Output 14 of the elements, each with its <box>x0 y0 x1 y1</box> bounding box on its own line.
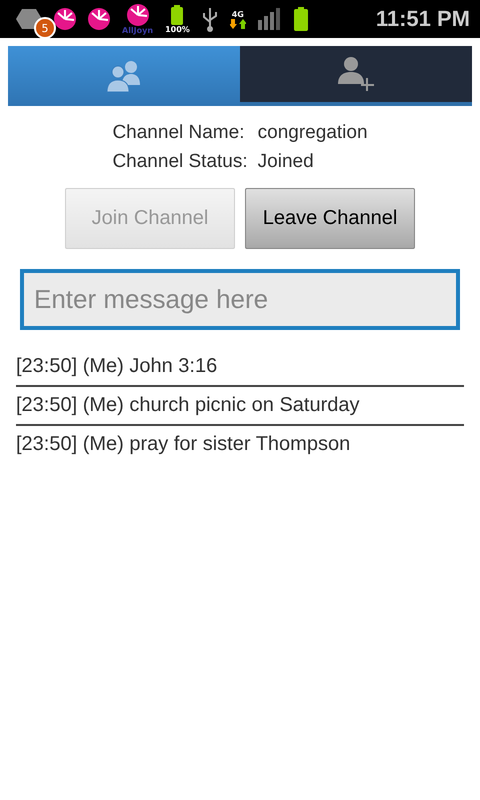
message-item: [23:50] (Me) John 3:16 <box>16 348 464 387</box>
message-item: [23:50] (Me) church picnic on Saturday <box>16 387 464 426</box>
clock-time: 11:51 PM <box>376 6 470 32</box>
battery-percent: 100% <box>165 24 190 34</box>
channel-status: Joined <box>258 150 315 174</box>
channel-name-label: Channel Name: <box>112 121 246 145</box>
message-item: [23:50] (Me) pray for sister Thompson <box>16 432 352 457</box>
notification-badge: 5 <box>34 17 56 39</box>
message-field[interactable]: Enter message here <box>20 269 460 330</box>
app-label: AllJoyn <box>122 26 154 34</box>
network-type: 4G <box>232 10 244 18</box>
channel-status-label: Channel Status: <box>112 150 248 174</box>
channel-button[interactable]: Leave Channel <box>245 188 415 249</box>
channel-name: congregation <box>258 121 368 145</box>
